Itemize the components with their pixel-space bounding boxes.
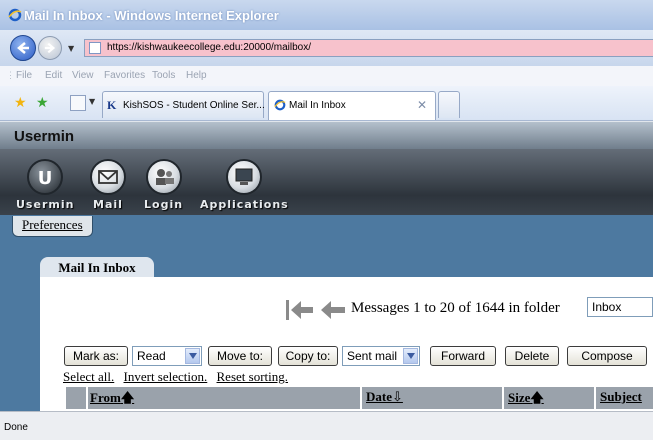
svg-text:U: U	[38, 168, 53, 189]
copy-to-button[interactable]: Copy to:	[278, 346, 338, 366]
menu-view[interactable]: View	[72, 70, 94, 81]
tab-label: KishSOS - Student Online Ser...	[123, 100, 265, 111]
dropdown-arrow-icon	[403, 348, 418, 364]
mail-inbox-tab: Mail In Inbox	[40, 257, 154, 277]
column-separator	[594, 387, 596, 409]
usermin-header: Usermin	[0, 121, 653, 150]
back-button[interactable]	[10, 35, 36, 61]
menu-tools[interactable]: Tools	[152, 70, 175, 81]
invert-selection-link[interactable]: Invert selection.	[124, 369, 208, 384]
window-title: Mail In Inbox - Windows Internet Explore…	[24, 8, 279, 23]
usermin-toolbar: U Usermin Mail Login Applications	[0, 149, 653, 215]
tab-mail-inbox[interactable]: Mail In Inbox ✕	[268, 91, 436, 120]
menu-file[interactable]: File	[16, 70, 32, 81]
favorites-star-icon[interactable]: ★	[14, 95, 27, 111]
toolbar-usermin[interactable]: U Usermin	[16, 159, 74, 211]
kc-icon: K	[107, 98, 117, 112]
navigation-bar: ▼ https://kishwaukeecollege.edu:20000/ma…	[0, 30, 653, 66]
copy-to-select[interactable]: Sent mail	[342, 346, 420, 366]
column-separator	[86, 387, 88, 409]
status-text: Done	[4, 422, 28, 433]
tab-bar: ★ ★ ▼ K KishSOS - Student Online Ser... …	[0, 86, 653, 121]
address-bar[interactable]: https://kishwaukeecollege.edu:20000/mail…	[84, 39, 653, 57]
folder-select[interactable]: Inbox	[587, 297, 653, 317]
tab-kishsos[interactable]: K KishSOS - Student Online Ser...	[102, 91, 265, 118]
size-column-header[interactable]: Size🡅	[508, 389, 544, 411]
column-separator	[502, 387, 504, 409]
column-separator	[360, 387, 362, 409]
toolbar-login[interactable]: Login	[144, 159, 183, 211]
preferences-link[interactable]: Preferences	[12, 216, 93, 237]
new-tab-button[interactable]	[438, 91, 460, 118]
tab-list-dropdown-icon[interactable]: ▼	[89, 97, 95, 106]
previous-page-icon[interactable]	[319, 298, 347, 322]
message-table-header: From🡅 Date⇩ Size🡅 Subject	[66, 387, 653, 409]
message-range-info: Messages 1 to 20 of 1644 in folder	[351, 300, 560, 316]
folder-select-value: Inbox	[592, 300, 622, 314]
menu-favorites[interactable]: Favorites	[104, 70, 145, 81]
toolbar-mail[interactable]: Mail	[90, 159, 126, 211]
subject-column-header[interactable]: Subject	[600, 389, 642, 405]
menu-help[interactable]: Help	[186, 70, 207, 81]
menu-bar: ⋮ File Edit View Favorites Tools Help	[0, 66, 653, 86]
close-tab-icon[interactable]: ✕	[417, 98, 427, 112]
page-icon	[89, 42, 101, 54]
dropdown-arrow-icon	[185, 348, 200, 364]
menu-edit[interactable]: Edit	[45, 70, 62, 81]
sort-up-icon: 🡅	[120, 390, 135, 405]
first-page-icon[interactable]	[285, 298, 315, 322]
status-bar: Done	[0, 411, 653, 440]
date-column-header[interactable]: Date⇩	[366, 389, 403, 405]
sort-up-icon: 🡅	[530, 390, 544, 405]
add-favorite-icon[interactable]: ★	[36, 95, 49, 111]
forward-mail-button[interactable]: Forward	[430, 346, 496, 366]
delete-button[interactable]: Delete	[505, 346, 559, 366]
applications-monitor-icon	[226, 159, 263, 195]
toolbar-applications[interactable]: Applications	[200, 159, 289, 211]
address-url[interactable]: https://kishwaukeecollege.edu:20000/mail…	[107, 42, 311, 53]
usermin-brand: Usermin	[14, 128, 75, 145]
reset-sorting-link[interactable]: Reset sorting.	[217, 369, 289, 384]
forward-arrow-icon	[44, 42, 56, 54]
sort-down-icon: ⇩	[392, 389, 403, 404]
mark-as-value: Read	[137, 349, 166, 363]
window-title-bar: Mail In Inbox - Windows Internet Explore…	[0, 0, 653, 30]
compose-button[interactable]: Compose	[567, 346, 647, 366]
quick-tabs-icon[interactable]	[70, 95, 86, 111]
ie-logo-icon	[8, 8, 22, 22]
select-all-link[interactable]: Select all.	[63, 369, 114, 384]
ie-icon	[274, 99, 286, 111]
forward-button[interactable]	[38, 36, 62, 60]
mark-as-select[interactable]: Read	[132, 346, 202, 366]
back-arrow-icon	[17, 42, 29, 54]
copy-to-value: Sent mail	[347, 349, 398, 363]
mail-envelope-icon	[90, 159, 126, 195]
menu-grip-icon: ⋮	[6, 70, 15, 80]
usermin-logo-icon: U	[27, 159, 64, 195]
selection-links: Select all. Invert selection. Reset sort…	[63, 369, 294, 385]
move-to-button[interactable]: Move to:	[208, 346, 272, 366]
mark-as-button[interactable]: Mark as:	[64, 346, 128, 366]
recent-pages-dropdown-icon[interactable]: ▼	[68, 44, 74, 53]
tab-label: Mail In Inbox	[289, 100, 346, 111]
from-column-header[interactable]: From🡅	[90, 389, 134, 411]
login-users-icon	[145, 159, 182, 195]
